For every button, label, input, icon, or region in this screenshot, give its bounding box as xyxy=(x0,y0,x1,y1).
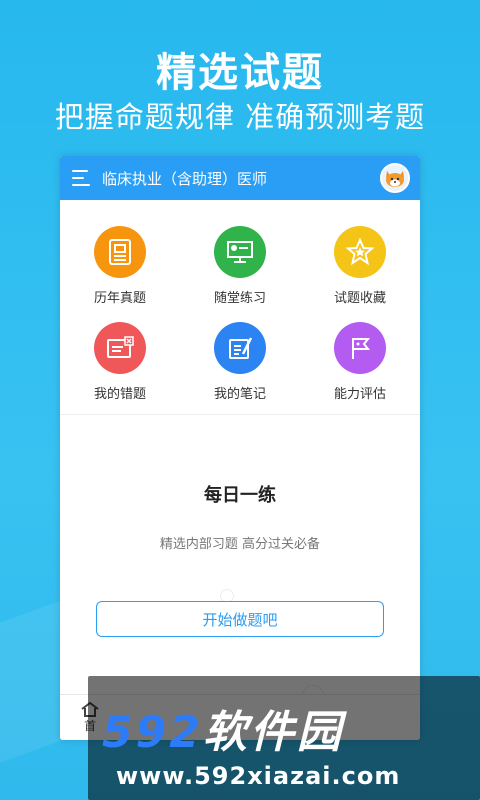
grid-item-past-exams[interactable]: 历年真题 xyxy=(60,226,180,306)
watermark-url: www.592xiazai.com xyxy=(116,762,401,790)
grid-item-label: 我的笔记 xyxy=(213,387,266,402)
grid-item-label: 我的错题 xyxy=(93,387,146,402)
grid-item-label: 历年真题 xyxy=(93,291,146,306)
star-icon xyxy=(334,226,386,278)
grid-item-label: 能力评估 xyxy=(333,387,386,402)
watermark: 592软件园 www.592xiazai.com xyxy=(88,676,480,800)
watermark-logo: 592软件园 xyxy=(102,696,344,760)
watermark-number: 592 xyxy=(102,707,203,758)
exam-paper-icon xyxy=(94,226,146,278)
banner-headline: 精选试题 xyxy=(156,50,324,96)
error-card-icon xyxy=(94,322,146,374)
grid-item-mistakes[interactable]: 我的错题 xyxy=(60,322,180,402)
daily-practice-title: 每日一练 xyxy=(204,485,276,506)
grid-item-class-practice[interactable]: 随堂练习 xyxy=(180,226,300,306)
grid-item-favorites[interactable]: 试题收藏 xyxy=(300,226,420,306)
notebook-pen-icon xyxy=(214,322,266,374)
flag-icon xyxy=(334,322,386,374)
feature-grid: 历年真题 随堂练习 试题收藏 我的错题 我的笔记 能力评估 xyxy=(60,200,420,408)
banner-subline: 把握命题规律 准确预测考题 xyxy=(54,100,426,134)
start-practice-button[interactable]: 开始做题吧 xyxy=(96,601,384,637)
app-screen: 临床执业（含助理）医师 历年真题 随堂练习 试题收藏 我的错题 我的笔记 能力评… xyxy=(60,156,420,740)
daily-practice-subtitle: 精选内部习题 高分过关必备 xyxy=(159,537,321,552)
classroom-screen-icon xyxy=(214,226,266,278)
menu-icon[interactable] xyxy=(72,170,94,186)
app-title[interactable]: 临床执业（含助理）医师 xyxy=(102,168,380,189)
grid-item-notes[interactable]: 我的笔记 xyxy=(180,322,300,402)
watermark-name: 软件园 xyxy=(202,707,344,758)
grid-item-label: 随堂练习 xyxy=(213,291,266,306)
app-bar: 临床执业（含助理）医师 xyxy=(60,156,420,200)
grid-item-label: 试题收藏 xyxy=(333,291,386,306)
fox-avatar-icon[interactable] xyxy=(380,163,410,193)
grid-item-assessment[interactable]: 能力评估 xyxy=(300,322,420,402)
